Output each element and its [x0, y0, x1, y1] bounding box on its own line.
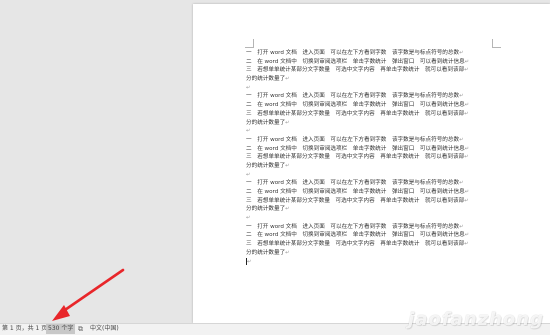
text-line: 分的统计数量了↵ — [246, 75, 492, 84]
line-text: 二 在 word 文档中 切换到审阅选项栏 单击字数统计 弹出窗口 可以看到统计… — [246, 232, 465, 239]
paragraph-mark: ↵ — [464, 189, 469, 195]
text-line: 分的统计数量了↵ — [246, 119, 492, 128]
text-line: 三 若想单单统计某部分文字数量 可选中文字内容 再单击字数统计 就可以看到该部↵ — [246, 197, 492, 206]
line-text: 二 在 word 文档中 切换到审阅选项栏 单击字数统计 弹出窗口 可以看到统计… — [246, 102, 465, 109]
line-text: 三 若想单单统计某部分文字数量 可选中文字内容 再单击字数统计 就可以看到该部 — [246, 154, 465, 161]
line-text: 一 打开 word 文档 进入页面 可以在左下方看到字数 该字数是与标点符号的总… — [246, 93, 460, 100]
paragraph-mark: ↵ — [459, 223, 464, 230]
paragraph-mark: ↵ — [459, 50, 464, 56]
word-count-status[interactable]: 530 个字 — [46, 324, 76, 334]
margin-corner-mark — [492, 39, 501, 48]
paragraph-mark: ↵ — [459, 93, 464, 100]
line-text: 二 在 word 文档中 切换到审阅选项栏 单击字数统计 弹出窗口 可以看到统计… — [246, 189, 465, 195]
text-line: 一 打开 word 文档 进入页面 可以在左下方看到字数 该字数是与标点符号的总… — [246, 179, 492, 188]
line-text: 三 若想单单统计某部分文字数量 可选中文字内容 再单击字数统计 就可以看到该部 — [246, 110, 465, 117]
line-text: 分的统计数量了 — [246, 162, 286, 169]
empty-line: ↵ — [246, 214, 492, 223]
paragraph-mark: ↵ — [285, 162, 290, 169]
line-text: 分的统计数量了 — [246, 76, 286, 83]
text-line: 一 打开 word 文档 进入页面 可以在左下方看到字数 该字数是与标点符号的总… — [246, 223, 492, 232]
text-line: 分的统计数量了↵ — [246, 162, 492, 171]
text-line: 三 若想单单统计某部分文字数量 可选中文字内容 再单击字数统计 就可以看到该部↵ — [246, 240, 492, 249]
paragraph-mark: ↵ — [247, 258, 252, 265]
paragraph-mark: ↵ — [285, 76, 290, 83]
proofing-icon[interactable]: ⧉ — [78, 324, 83, 334]
paragraph-mark: ↵ — [459, 180, 464, 187]
paragraph-mark: ↵ — [246, 128, 251, 135]
paragraph-mark: ↵ — [464, 145, 469, 152]
line-text: 一 打开 word 文档 进入页面 可以在左下方看到字数 该字数是与标点符号的总… — [246, 136, 460, 143]
watermark-text: jaofanzhong — [408, 309, 544, 330]
paragraph-mark: ↵ — [246, 84, 251, 91]
text-line: 三 若想单单统计某部分文字数量 可选中文字内容 再单击字数统计 就可以看到该部↵ — [246, 110, 492, 119]
text-line: 二 在 word 文档中 切换到审阅选项栏 单击字数统计 弹出窗口 可以看到统计… — [246, 101, 492, 110]
line-text: 三 若想单单统计某部分文字数量 可选中文字内容 再单击字数统计 就可以看到该部 — [246, 197, 465, 204]
line-text: 一 打开 word 文档 进入页面 可以在左下方看到字数 该字数是与标点符号的总… — [246, 50, 460, 56]
paragraph-mark: ↵ — [464, 197, 469, 204]
paragraph-mark: ↵ — [285, 119, 290, 126]
paragraph-mark: ↵ — [464, 241, 469, 248]
paragraph-mark: ↵ — [464, 67, 469, 74]
text-line: 分的统计数量了↵ — [246, 249, 492, 258]
empty-line: ↵ — [246, 127, 492, 136]
text-line: 三 若想单单统计某部分文字数量 可选中文字内容 再单击字数统计 就可以看到该部↵ — [246, 153, 492, 162]
line-text: 一 打开 word 文档 进入页面 可以在左下方看到字数 该字数是与标点符号的总… — [246, 223, 460, 230]
paragraph-mark: ↵ — [464, 110, 469, 117]
text-line: 三 若想单单统计某部分文字数量 可选中文字内容 再单击字数统计 就可以看到该部↵ — [246, 66, 492, 75]
line-text: 分的统计数量了 — [246, 206, 286, 213]
text-line: 一 打开 word 文档 进入页面 可以在左下方看到字数 该字数是与标点符号的总… — [246, 136, 492, 145]
text-line: 二 在 word 文档中 切换到审阅选项栏 单击字数统计 弹出窗口 可以看到统计… — [246, 145, 492, 154]
paragraph-mark: ↵ — [246, 215, 251, 222]
line-text: 分的统计数量了 — [246, 119, 286, 126]
line-text: 二 在 word 文档中 切换到审阅选项栏 单击字数统计 弹出窗口 可以看到统计… — [246, 58, 465, 65]
watermark: jaofanzhong — [373, 308, 550, 332]
line-text: 一 打开 word 文档 进入页面 可以在左下方看到字数 该字数是与标点符号的总… — [246, 180, 460, 187]
text-line: 分的统计数量了↵ — [246, 205, 492, 214]
paragraph-mark: ↵ — [246, 171, 251, 178]
line-text: 三 若想单单统计某部分文字数量 可选中文字内容 再单击字数统计 就可以看到该部 — [246, 241, 465, 248]
margin-corner-mark — [245, 39, 254, 48]
paragraph-mark: ↵ — [464, 58, 469, 65]
document-body[interactable]: 一 打开 word 文档 进入页面 可以在左下方看到字数 该字数是与标点符号的总… — [246, 49, 492, 266]
page-count-status[interactable]: 第 1 页，共 1 页 — [2, 324, 47, 334]
text-line: 二 在 word 文档中 切换到审阅选项栏 单击字数统计 弹出窗口 可以看到统计… — [246, 58, 492, 67]
text-line: 二 在 word 文档中 切换到审阅选项栏 单击字数统计 弹出窗口 可以看到统计… — [246, 231, 492, 240]
paragraph-mark: ↵ — [285, 249, 290, 256]
paragraph-mark: ↵ — [464, 154, 469, 161]
paragraph-mark: ↵ — [285, 206, 290, 213]
document-workspace: 一 打开 word 文档 进入页面 可以在左下方看到字数 该字数是与标点符号的总… — [0, 0, 550, 323]
paragraph-mark: ↵ — [459, 136, 464, 143]
text-line: 二 在 word 文档中 切换到审阅选项栏 单击字数统计 弹出窗口 可以看到统计… — [246, 188, 492, 197]
empty-line: ↵ — [246, 171, 492, 180]
empty-line: ↵ — [246, 84, 492, 93]
line-text: 分的统计数量了 — [246, 249, 286, 256]
line-text: 二 在 word 文档中 切换到审阅选项栏 单击字数统计 弹出窗口 可以看到统计… — [246, 145, 465, 152]
text-line: 一 打开 word 文档 进入页面 可以在左下方看到字数 该字数是与标点符号的总… — [246, 92, 492, 101]
line-text: 三 若想单单统计某部分文字数量 可选中文字内容 再单击字数统计 就可以看到该部 — [246, 67, 465, 74]
empty-line: ↵ — [246, 257, 492, 267]
paragraph-mark: ↵ — [464, 102, 469, 109]
language-status[interactable]: 中文(中国) — [90, 324, 119, 334]
text-line: 一 打开 word 文档 进入页面 可以在左下方看到字数 该字数是与标点符号的总… — [246, 49, 492, 58]
paragraph-mark: ↵ — [464, 232, 469, 239]
